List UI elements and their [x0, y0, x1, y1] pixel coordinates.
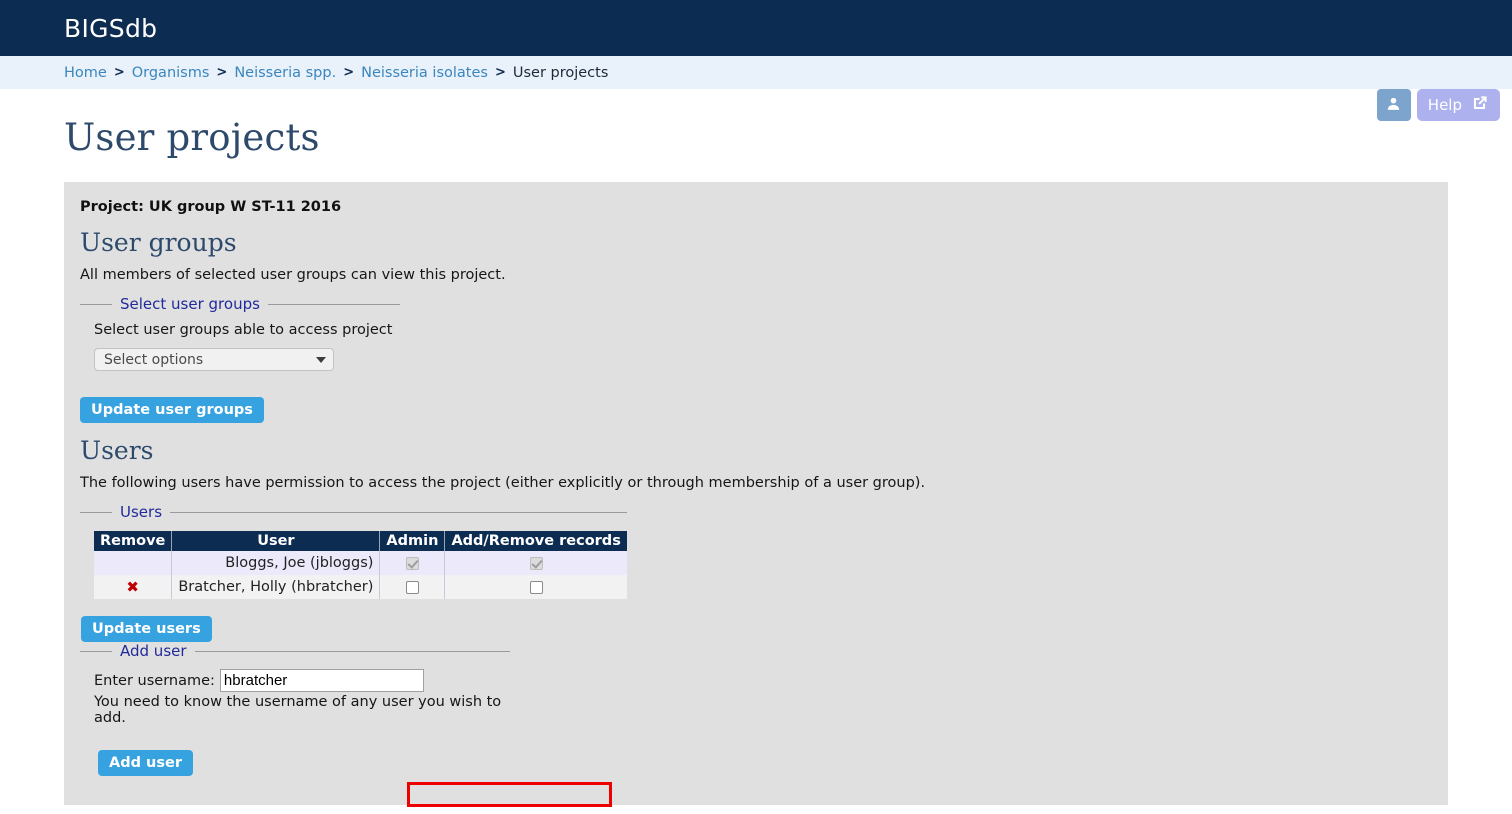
user-name-cell: Bratcher, Holly (hbratcher) [171, 575, 381, 599]
user-account-icon [1385, 95, 1402, 116]
update-user-groups-button[interactable]: Update user groups [80, 397, 264, 423]
breadcrumb-item-home[interactable]: Home [64, 65, 107, 81]
breadcrumb: Home > Organisms > Neisseria spp. > Neis… [0, 56, 1512, 89]
project-name-label: Project: UK group W ST-11 2016 [80, 199, 342, 215]
utility-bar: Help [1376, 89, 1500, 123]
update-users-button[interactable]: Update users [81, 616, 212, 642]
records-cell [444, 551, 627, 575]
breadcrumb-separator: > [216, 65, 228, 80]
admin-checkbox[interactable] [405, 580, 419, 594]
user-account-button[interactable] [1376, 89, 1411, 121]
chevron-down-icon [316, 356, 326, 363]
top-banner: BIGSdb [0, 0, 1512, 56]
table-row: Bloggs, Joe (jbloggs) [94, 551, 627, 575]
column-header-remove: Remove [94, 531, 173, 551]
user-groups-select-value: Select options [104, 351, 204, 368]
page-title: User projects [64, 116, 320, 159]
admin-cell [379, 551, 446, 575]
admin-checkbox [405, 556, 419, 570]
add-user-row: Enter username: [94, 669, 510, 692]
users-heading: Users [80, 436, 154, 465]
remove-cell[interactable]: ✖ [94, 575, 173, 599]
breadcrumb-separator: > [343, 65, 355, 80]
select-user-groups-label: Select user groups able to access projec… [94, 322, 393, 338]
add-user-fieldset: Add user Enter username: You need to kno… [80, 642, 510, 732]
remove-cell [94, 551, 173, 575]
add-remove-records-checkbox[interactable] [529, 580, 543, 594]
records-cell [444, 575, 627, 599]
user-projects-panel: Project: UK group W ST-11 2016 User grou… [64, 182, 1448, 807]
username-label: Enter username: [94, 672, 215, 689]
column-header-admin: Admin [379, 531, 446, 551]
user-groups-heading: User groups [80, 228, 237, 257]
breadcrumb-separator: > [494, 65, 506, 80]
user-groups-description: All members of selected user groups can … [80, 267, 506, 283]
select-user-groups-legend: Select user groups [120, 295, 260, 313]
user-name-cell: Bloggs, Joe (jbloggs) [171, 551, 381, 575]
brand-title: BIGSdb [64, 13, 158, 43]
users-description: The following users have permission to a… [80, 475, 926, 491]
user-groups-select[interactable]: Select options [94, 348, 334, 371]
add-remove-records-checkbox [529, 556, 543, 570]
help-button[interactable]: Help [1416, 89, 1500, 121]
column-header-user: User [171, 531, 381, 551]
add-user-button[interactable]: Add user [98, 750, 193, 776]
table-row: ✖ Bratcher, Holly (hbratcher) [94, 575, 627, 599]
breadcrumb-item-neisseria-spp[interactable]: Neisseria spp. [234, 65, 336, 81]
external-link-icon [1470, 94, 1489, 117]
add-user-hint: You need to know the username of any use… [94, 694, 502, 726]
users-legend: Users [120, 503, 163, 521]
column-header-add-remove-records: Add/Remove records [444, 531, 627, 551]
select-user-groups-fieldset: Select user groups Select user groups ab… [80, 295, 400, 379]
users-table: Remove User Admin Add/Remove records Blo… [94, 531, 627, 599]
breadcrumb-separator: > [113, 65, 125, 80]
table-header-row: Remove User Admin Add/Remove records [94, 531, 627, 551]
remove-user-icon[interactable]: ✖ [126, 578, 139, 596]
admin-cell [379, 575, 446, 599]
highlight-annotation [407, 782, 612, 807]
help-button-label: Help [1427, 96, 1462, 114]
breadcrumb-item-organisms[interactable]: Organisms [132, 65, 210, 81]
breadcrumb-item-neisseria-isolates[interactable]: Neisseria isolates [361, 65, 488, 81]
breadcrumb-item-user-projects: User projects [512, 64, 609, 81]
username-input[interactable] [219, 669, 424, 692]
add-user-legend: Add user [120, 642, 187, 660]
users-fieldset: Users Remove User Admin Add/Remove recor… [80, 503, 627, 605]
